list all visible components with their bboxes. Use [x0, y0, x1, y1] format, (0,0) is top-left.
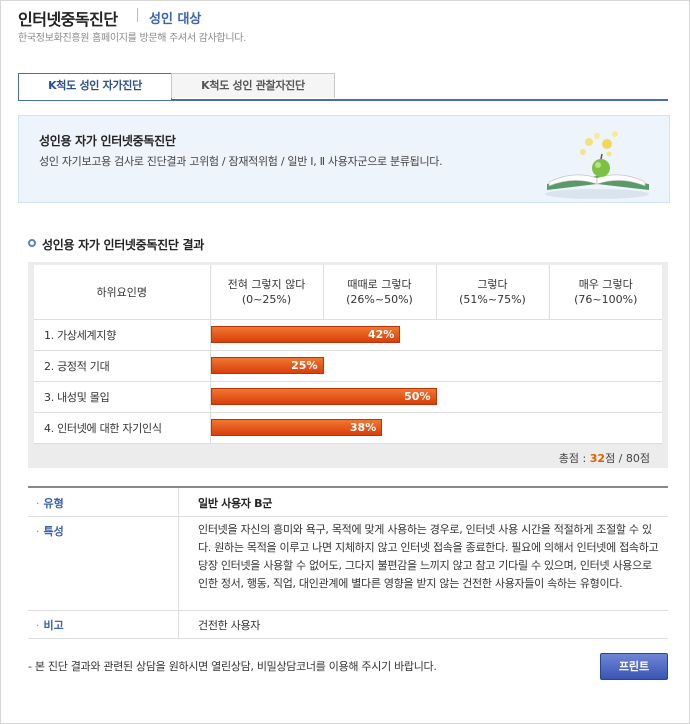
info-row-trait: · 특성 인터넷을 자신의 흥미와 욕구, 목적에 맞게 사용하는 경우로, 인터… — [28, 516, 668, 611]
intro-text: 성인 자기보고용 검사로 진단결과 고위험 / 잠재적위험 / 일반 Ⅰ, Ⅱ … — [39, 155, 443, 168]
tab-observer-diagnosis[interactable]: K척도 성인 관찰자진단 — [171, 73, 335, 98]
table-row: 4. 인터넷에 대한 자기인식 38% — [34, 412, 662, 444]
table-row: 1. 가상세계지향 42% — [34, 319, 662, 351]
page-subtitle: 성인 대상 — [149, 12, 202, 27]
result-table: 하위요인명 전혀 그렇지 않다 (0~25%) 때때로 그렇다 (26%~50%) … — [34, 265, 662, 444]
info-row-note: · 비고 건전한 사용자 — [28, 610, 668, 639]
header-factor: 하위요인명 — [34, 265, 211, 320]
factor-name: 1. 가상세계지향 — [34, 319, 211, 351]
trait-value: 인터넷을 자신의 흥미와 욕구, 목적에 맞게 사용하는 경우로, 인터넷 사용… — [198, 523, 659, 590]
header-level-3: 그렇다 (51%~75%) — [436, 265, 550, 320]
trait-label: · 특성 — [36, 525, 64, 538]
section-bullet-icon — [28, 239, 36, 247]
score-bar-label: 25% — [291, 359, 318, 372]
title-divider — [137, 8, 138, 22]
counseling-footnote: - 본 진단 결과와 관련된 상담을 원하시면 열린상담, 비밀상담코너를 이용… — [28, 660, 437, 673]
table-header-row: 하위요인명 전혀 그렇지 않다 (0~25%) 때때로 그렇다 (26%~50%) … — [34, 265, 662, 320]
type-label: · 유형 — [36, 497, 64, 510]
intro-title: 성인용 자가 인터넷중독진단 — [39, 134, 176, 148]
score-bar: 25% — [210, 357, 324, 374]
type-value: 일반 사용자 B군 — [198, 497, 273, 510]
score-bar: 38% — [210, 419, 383, 436]
result-section-title: 성인용 자가 인터넷중독진단 결과 — [42, 238, 204, 252]
factor-name: 4. 인터넷에 대한 자기인식 — [34, 412, 211, 444]
factor-name: 3. 내성및 몰입 — [34, 381, 211, 413]
info-row-type: · 유형 일반 사용자 B군 — [28, 488, 668, 517]
score-bar-label: 38% — [349, 421, 377, 434]
page-description: 한국정보화진흥원 홈페이지를 방문해 주셔서 감사합니다. — [18, 33, 246, 44]
tab-self-diagnosis[interactable]: K척도 성인 자가진단 — [18, 73, 172, 100]
result-panel: 하위요인명 전혀 그렇지 않다 (0~25%) 때때로 그렇다 (26%~50%) … — [28, 262, 668, 468]
note-label: · 비고 — [36, 619, 64, 632]
book-apple-illustration — [545, 131, 649, 199]
total-score: 총점 : 32점 / 80점 — [558, 452, 650, 465]
score-bar-label: 42% — [367, 328, 395, 341]
factor-name: 2. 긍정적 기대 — [34, 350, 211, 382]
page-title: 인터넷중독진단 — [18, 10, 118, 29]
result-info: · 유형 일반 사용자 B군 · 특성 인터넷을 자신의 흥미와 욕구, 목적에 맞… — [28, 486, 668, 639]
score-bar: 50% — [210, 388, 437, 405]
header-level-1: 전혀 그렇지 않다 (0~25%) — [210, 265, 324, 320]
intro-box: 성인용 자가 인터넷중독진단 성인 자기보고용 검사로 진단결과 고위험 / 잠… — [18, 115, 670, 203]
header-level-2: 때때로 그렇다 (26%~50%) — [323, 265, 437, 320]
print-button[interactable]: 프린트 — [600, 653, 668, 680]
diagnosis-tabs: K척도 성인 자가진단 K척도 성인 관찰자진단 — [18, 73, 668, 101]
score-bar-label: 50% — [404, 390, 431, 403]
total-score-value: 32 — [589, 452, 606, 465]
table-row: 2. 긍정적 기대 25% — [34, 350, 662, 382]
header-level-4: 매우 그렇다 (76~100%) — [549, 265, 662, 320]
score-bar: 42% — [210, 326, 401, 343]
note-value: 건전한 사용자 — [198, 619, 261, 632]
table-row: 3. 내성및 몰입 50% — [34, 381, 662, 413]
